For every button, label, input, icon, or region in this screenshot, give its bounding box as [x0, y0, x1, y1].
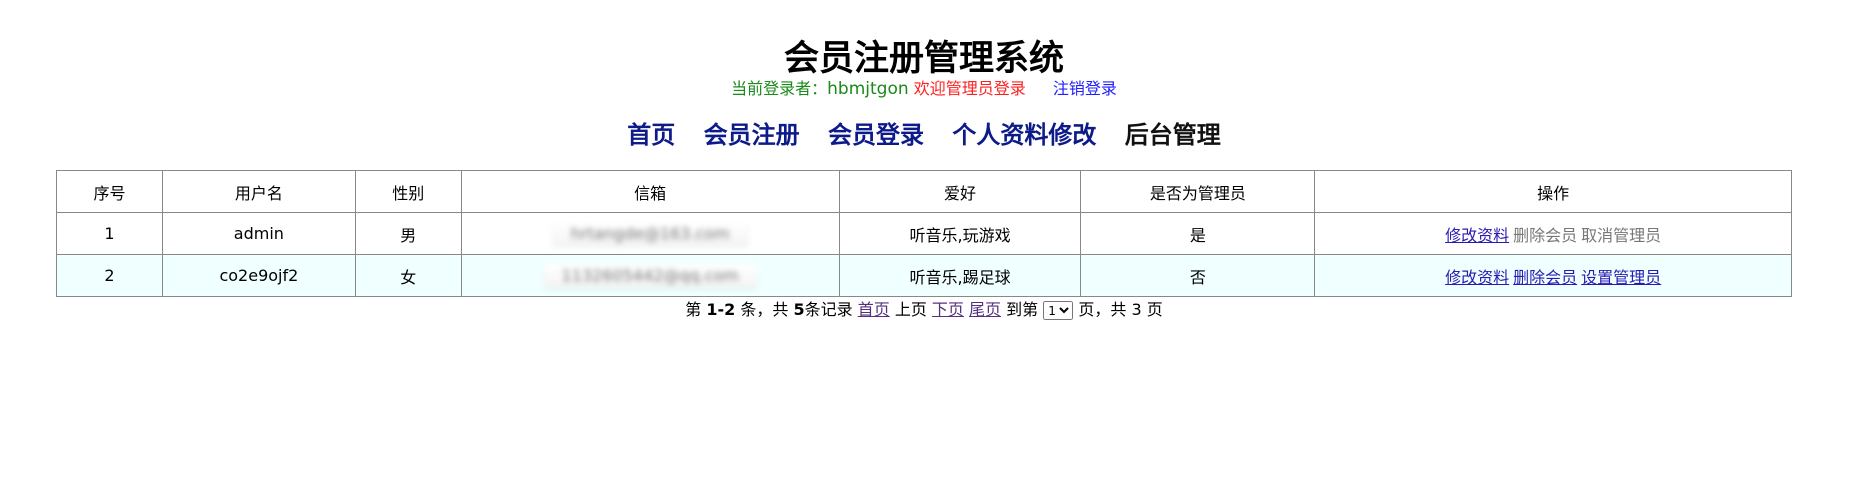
col-header-actions: 操作	[1314, 170, 1792, 213]
cell-actions: 修改资料 删除会员 设置管理员	[1314, 254, 1792, 297]
nav-home[interactable]: 首页	[627, 121, 675, 149]
cell-email: hrtangde@163.com	[460, 212, 840, 255]
pager-text: 第	[685, 300, 702, 319]
col-header-gender: 性别	[354, 170, 462, 213]
pager-total: 5	[793, 300, 805, 319]
col-header-username: 用户名	[161, 170, 356, 213]
set-admin-link[interactable]: 设置管理员	[1581, 268, 1661, 287]
edit-profile-link[interactable]: 修改资料	[1445, 226, 1509, 245]
revoke-admin-disabled: 取消管理员	[1581, 225, 1662, 245]
main-nav: 首页 会员注册 会员登录 个人资料修改 后台管理	[0, 118, 1848, 152]
table-row: 1 admin 男 hrtangde@163.com 听音乐,玩游戏 是 修改资…	[56, 212, 1792, 255]
edit-profile-link[interactable]: 修改资料	[1445, 268, 1509, 287]
page-title: 会员注册管理系统	[783, 39, 1064, 80]
login-label: 当前登录者：	[731, 79, 828, 98]
email-blurred: 1132605442@qq.com	[543, 264, 757, 287]
pager-range: 1-2	[706, 300, 736, 319]
welcome-text: 欢迎管理员登录	[913, 79, 1026, 98]
col-header-is-admin: 是否为管理员	[1080, 170, 1316, 213]
pager-text: 条，共	[740, 300, 789, 319]
delete-member-disabled: 删除会员	[1513, 225, 1578, 245]
pager-prev-disabled: 上页	[894, 300, 927, 319]
pager-pages: 3	[1131, 300, 1142, 319]
nav-register[interactable]: 会员注册	[704, 121, 800, 149]
nav-login[interactable]: 会员登录	[828, 121, 924, 149]
pagination: 第 1-2 条，共 5条记录 首页 上页 下页 尾页 到第 1 页，共 3 页	[0, 298, 1848, 322]
page-select[interactable]: 1	[1043, 301, 1074, 320]
table-header-row: 序号 用户名 性别 信箱 爱好 是否为管理员 操作	[56, 170, 1792, 213]
cell-gender: 男	[354, 212, 462, 255]
nav-profile-edit[interactable]: 个人资料修改	[952, 121, 1096, 149]
delete-member-link[interactable]: 删除会员	[1513, 268, 1577, 287]
cell-is-admin: 是	[1080, 212, 1316, 255]
nav-admin[interactable]: 后台管理	[1125, 121, 1221, 149]
table-row: 2 co2e9ojf2 女 1132605442@qq.com 听音乐,踢足球 …	[56, 254, 1792, 297]
col-header-hobby: 爱好	[838, 170, 1082, 213]
email-blurred: hrtangde@163.com	[552, 222, 748, 245]
cell-username: co2e9ojf2	[161, 254, 356, 297]
cell-hobby: 听音乐,玩游戏	[838, 212, 1082, 255]
pager-next-link[interactable]: 下页	[932, 300, 964, 319]
cell-username: admin	[161, 212, 356, 255]
cell-gender: 女	[354, 254, 462, 297]
pager-text: 页	[1146, 300, 1163, 319]
pager-first-link[interactable]: 首页	[858, 300, 890, 319]
cell-is-admin: 否	[1080, 254, 1316, 297]
logout-link[interactable]: 注销登录	[1053, 79, 1117, 98]
cell-actions: 修改资料 删除会员 取消管理员	[1314, 212, 1792, 255]
cell-index: 1	[56, 212, 163, 255]
cell-email: 1132605442@qq.com	[460, 254, 840, 297]
cell-index: 2	[56, 254, 163, 297]
col-header-email: 信箱	[460, 170, 840, 213]
col-header-index: 序号	[56, 170, 163, 213]
login-bar: 当前登录者：hbmjtgon 欢迎管理员登录 注销登录	[0, 78, 1848, 100]
pager-text: 条记录	[804, 300, 853, 319]
members-table: 序号 用户名 性别 信箱 爱好 是否为管理员 操作 1 admin 男 hrta…	[56, 170, 1792, 297]
pager-last-link[interactable]: 尾页	[969, 300, 1001, 319]
pager-text: 到第	[1006, 300, 1039, 319]
pager-text: 页，共	[1078, 300, 1127, 319]
current-username: hbmjtgon	[827, 79, 909, 99]
cell-hobby: 听音乐,踢足球	[838, 254, 1082, 297]
